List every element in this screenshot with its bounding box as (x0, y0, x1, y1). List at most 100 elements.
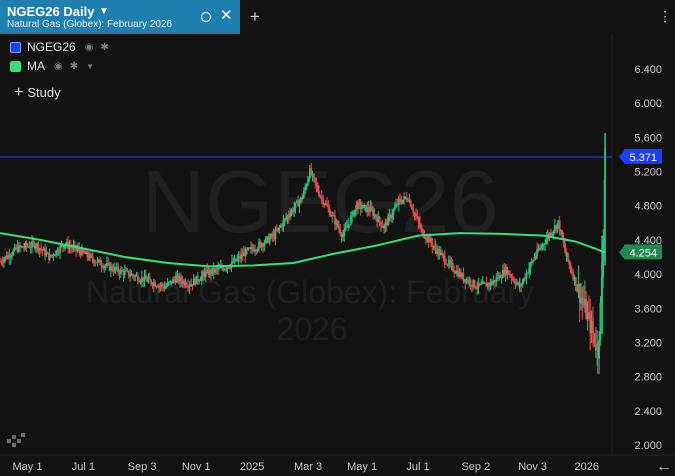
legend-label: MA (27, 59, 45, 73)
gear-icon[interactable]: ✱ (100, 42, 108, 53)
candle-body (391, 214, 394, 219)
candle-body (3, 259, 5, 263)
candle-body (91, 255, 94, 260)
candle-body (567, 253, 569, 261)
candle-body (9, 256, 12, 258)
eye-icon[interactable]: ◉ (54, 61, 63, 72)
candle-body (552, 230, 555, 234)
candle-body (326, 203, 328, 207)
candle-body (25, 243, 28, 247)
series-swatch (10, 60, 21, 72)
more-icon[interactable]: ⋮ (658, 9, 672, 23)
candle-body (268, 237, 271, 243)
watermark-symbol: NGEG26 (141, 152, 498, 251)
add-tab-button[interactable]: + (250, 8, 260, 25)
candle-body (545, 238, 548, 244)
candle-body (530, 261, 533, 264)
last-price-badge-label: 5.371 (629, 152, 657, 164)
candle-body (104, 265, 107, 267)
candle-body (443, 255, 446, 264)
candle-body (301, 197, 304, 200)
x-tick-label: 2025 (240, 461, 264, 473)
candle-body (328, 208, 331, 216)
gear-icon[interactable]: ✱ (70, 61, 78, 72)
price-chart[interactable]: NGEG26Natural Gas (Globex): February2026… (0, 0, 675, 476)
candle-body (451, 263, 454, 271)
candle-body (90, 254, 93, 256)
x-tick-label: Jul 1 (406, 461, 429, 473)
candle-body (57, 252, 60, 254)
candle-body (434, 245, 437, 249)
chevron-down-icon[interactable]: ▼ (86, 62, 94, 71)
last-price-badge-arrow (619, 150, 624, 163)
candle-body (592, 332, 595, 334)
candle-body (581, 297, 584, 302)
candle-body (405, 197, 408, 201)
candle-body (123, 270, 126, 276)
x-tick-label: Nov 1 (182, 461, 211, 473)
watermark-year: 2026 (276, 311, 347, 347)
candle-body (332, 214, 335, 217)
candle-body (275, 230, 278, 232)
candle-body (361, 207, 363, 209)
y-tick-label: 4.800 (634, 201, 662, 213)
candle-body (528, 268, 531, 274)
candle-body (430, 237, 432, 244)
candle-body (374, 214, 377, 218)
tab-subtitle: Natural Gas (Globex): February 2026 (7, 19, 173, 30)
candle-body (184, 281, 187, 286)
legend-ngeg26[interactable]: NGEG26 ◉ ✱ (10, 40, 109, 54)
candle-body (96, 260, 99, 263)
x-tick-label: Nov 3 (518, 461, 547, 473)
candle-body (23, 247, 25, 249)
candle-body (404, 196, 407, 198)
candle-body (393, 207, 396, 210)
y-tick-label: 5.200 (634, 167, 662, 179)
x-tick-label: May 1 (13, 461, 43, 473)
eye-icon[interactable]: ◉ (85, 42, 94, 53)
arrow-left-icon[interactable]: ← (656, 458, 672, 475)
chevron-down-icon[interactable]: ▼ (99, 6, 109, 17)
candle-body (302, 190, 305, 198)
candle-body (289, 213, 292, 218)
candle-body (415, 213, 417, 217)
candle-body (139, 281, 142, 283)
candle-body (327, 206, 330, 209)
candle-body (544, 243, 547, 245)
candle-body (34, 246, 37, 249)
candle-body (397, 198, 400, 200)
logo-icon (7, 433, 25, 447)
candle-body (538, 247, 541, 251)
candle-body (370, 206, 373, 210)
candle-body (338, 226, 340, 230)
chart-tab[interactable]: NGEG26 Daily ▼ Natural Gas (Globex): Feb… (0, 0, 240, 34)
study-label: Study (27, 85, 61, 100)
y-tick-label: 3.200 (634, 337, 662, 349)
candle-body (162, 284, 165, 287)
circle-icon[interactable] (201, 12, 211, 22)
close-icon[interactable]: ✕ (220, 8, 233, 23)
candle-body (111, 266, 114, 271)
candle-body (305, 185, 308, 188)
candle-body (225, 268, 228, 270)
candle-body (353, 209, 356, 216)
candle-body (264, 238, 267, 243)
candle-body (164, 287, 166, 289)
candle-body (540, 247, 543, 249)
y-tick-label: 5.600 (634, 132, 662, 144)
candle-body (53, 255, 56, 257)
candle-body (593, 333, 596, 344)
x-tick-label: Jul 1 (72, 461, 95, 473)
candle-body (316, 185, 319, 192)
candle-body (570, 269, 573, 274)
candle-body (278, 227, 281, 229)
candle-body (256, 248, 259, 251)
candle-body (136, 275, 139, 282)
candle-body (322, 197, 324, 204)
add-study-button[interactable]: + Study (14, 84, 61, 102)
candle-body (473, 280, 476, 287)
legend-ma[interactable]: MA ◉ ✱ ▼ (10, 59, 94, 73)
candle-body (310, 168, 313, 175)
ma-value-badge-arrow (619, 246, 624, 259)
candle-body (399, 199, 402, 202)
